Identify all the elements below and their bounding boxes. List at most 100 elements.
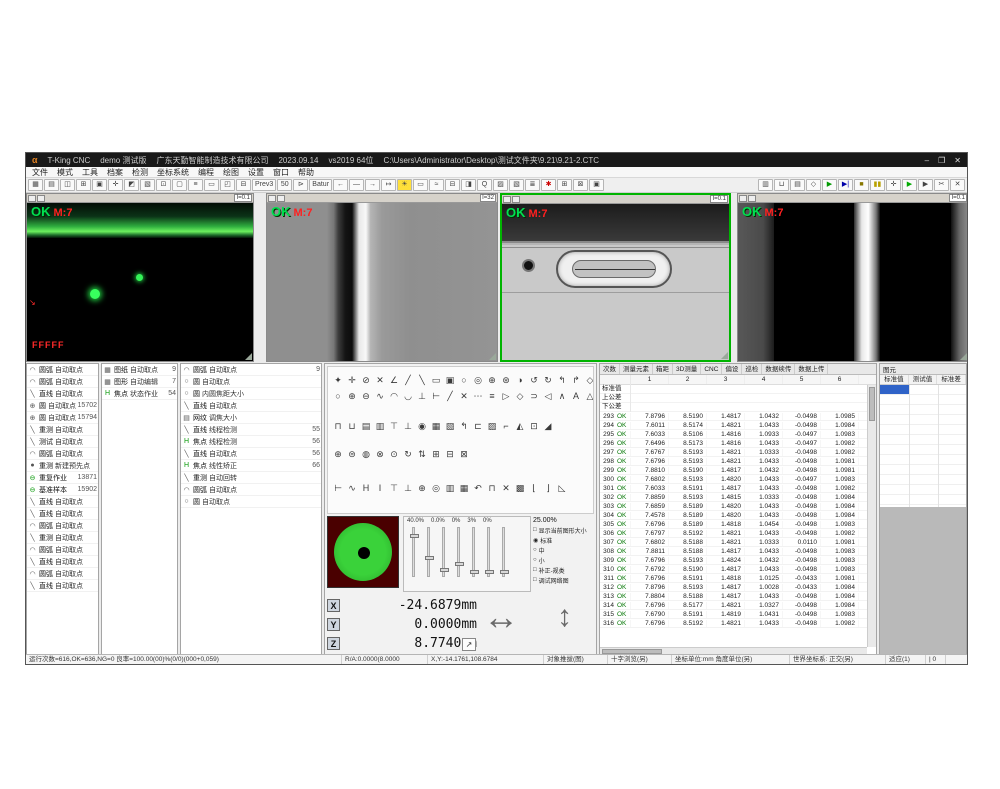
list-item[interactable]: ◠ 圆弧 自动取点 bbox=[27, 448, 98, 460]
light-slider[interactable] bbox=[487, 527, 490, 577]
checkbox-icon[interactable]: □ bbox=[533, 527, 537, 533]
menu-item[interactable]: 坐标系统 bbox=[157, 167, 189, 178]
minimize-button[interactable]: – bbox=[925, 156, 929, 165]
toolbar-button[interactable]: ✛ bbox=[108, 179, 123, 191]
toolbar-button[interactable]: ⊔ bbox=[774, 179, 789, 191]
measure-tool-icon[interactable]: ⊕ bbox=[332, 449, 344, 460]
list-item[interactable]: ╲ 直线 自动取点 bbox=[27, 580, 98, 592]
menu-item[interactable]: 设置 bbox=[248, 167, 264, 178]
list-item[interactable]: ╲ 直线 自动取点 bbox=[181, 400, 321, 412]
table-tab[interactable]: 次数 bbox=[600, 364, 620, 374]
measure-tool-icon[interactable]: ⊖ bbox=[360, 391, 372, 402]
toolbar-button[interactable]: ▶ bbox=[822, 179, 837, 191]
measure-tool-icon[interactable]: ✕ bbox=[374, 375, 386, 386]
light-slider[interactable] bbox=[472, 527, 475, 577]
toolbar-button[interactable]: ✕ bbox=[950, 179, 965, 191]
table-row[interactable]: 302 OK 7.8859 8.5193 1.4815 1.0333 -0.04… bbox=[600, 493, 876, 502]
menu-item[interactable]: 帮助 bbox=[298, 167, 314, 178]
toolbar-button[interactable]: Prev3 bbox=[252, 179, 276, 191]
measure-tool-icon[interactable]: ⊤ bbox=[388, 483, 400, 494]
measure-tool-icon[interactable]: ≡ bbox=[486, 391, 498, 402]
measure-tool-icon[interactable]: ⌐ bbox=[500, 421, 512, 432]
measure-tool-icon[interactable]: ◭ bbox=[514, 421, 526, 432]
toolbar-button[interactable]: ▭ bbox=[413, 179, 428, 191]
measure-tool-icon[interactable]: ⊥ bbox=[416, 391, 428, 402]
list-item[interactable]: ▦ 图纸 自动取点 9 bbox=[102, 364, 177, 376]
checkbox-icon[interactable]: ◉ bbox=[533, 537, 538, 544]
tolerance-row[interactable]: 上公差 bbox=[600, 394, 876, 403]
measure-tool-icon[interactable]: ⊡ bbox=[528, 421, 540, 432]
table-row[interactable]: 307 OK 7.6802 8.5188 1.4821 1.0333 0.011… bbox=[600, 538, 876, 547]
table-row[interactable]: 303 OK 7.6859 8.5189 1.4820 1.0433 -0.04… bbox=[600, 502, 876, 511]
list-item[interactable]: ╲ 重测 自动取点 bbox=[27, 532, 98, 544]
measure-tool-icon[interactable]: ⊟ bbox=[444, 449, 456, 460]
table-row[interactable]: 295 OK 7.6033 8.5106 1.4816 1.0933 -0.04… bbox=[600, 430, 876, 439]
measure-tool-icon[interactable]: ⊢ bbox=[332, 483, 344, 494]
resize-handle-icon[interactable] bbox=[960, 353, 967, 360]
scrollbar-thumb[interactable] bbox=[869, 387, 875, 421]
table-row[interactable]: 306 OK 7.6797 8.5192 1.4821 1.0433 -0.04… bbox=[600, 529, 876, 538]
table-row[interactable]: 297 OK 7.6767 8.5193 1.4821 1.0333 -0.04… bbox=[600, 448, 876, 457]
light-slider[interactable] bbox=[457, 527, 460, 577]
list-item[interactable]: ⊖ 基准样本 15902 bbox=[27, 484, 98, 496]
menu-item[interactable]: 文件 bbox=[32, 167, 48, 178]
measure-tool-icon[interactable]: ○ bbox=[458, 375, 470, 386]
toolbar-button[interactable]: ◨ bbox=[461, 179, 476, 191]
element-column-header[interactable]: 测试值 bbox=[909, 375, 938, 384]
camera-view-1[interactable]: I=0.1 OK M:7 ↘ FFFFF bbox=[26, 193, 254, 362]
tolerance-row[interactable]: 下公差 bbox=[600, 403, 876, 412]
table-tab[interactable]: 测量元素 bbox=[620, 364, 653, 374]
list-item[interactable]: ◠ 圆弧 自动取点 bbox=[27, 364, 98, 376]
toolbar-button[interactable]: ⊳ bbox=[293, 179, 308, 191]
list-item[interactable]: ╲ 直线 自动取点 bbox=[27, 496, 98, 508]
list-item[interactable]: ○ 圆 自动取点 bbox=[181, 496, 321, 508]
list-item[interactable]: ▤ 网纹 调焦大小 bbox=[181, 412, 321, 424]
toolbar-button[interactable]: ✂ bbox=[934, 179, 949, 191]
vertical-scrollbar[interactable] bbox=[867, 385, 876, 647]
measure-tool-icon[interactable]: ∠ bbox=[388, 375, 400, 386]
list-item[interactable]: ╲ 直线 自动取点 bbox=[27, 508, 98, 520]
table-tab[interactable]: 巡检 bbox=[742, 364, 762, 374]
toolbar-button[interactable]: — bbox=[349, 179, 364, 191]
measure-tool-icon[interactable]: ▥ bbox=[444, 483, 456, 494]
resize-handle-icon[interactable] bbox=[721, 352, 728, 359]
measure-tool-icon[interactable]: ▷ bbox=[500, 391, 512, 402]
toolbar-button[interactable]: ▶ bbox=[902, 179, 917, 191]
measure-tool-icon[interactable]: ⊜ bbox=[346, 449, 358, 460]
list-item[interactable]: ○ 圆 自动取点 bbox=[181, 376, 321, 388]
toolbar-button[interactable]: ≈ bbox=[429, 179, 444, 191]
toolbar-button[interactable]: ▤ bbox=[44, 179, 59, 191]
toolbar-button[interactable]: ▦ bbox=[28, 179, 43, 191]
camera-tool-icon[interactable] bbox=[277, 195, 285, 202]
measure-tool-icon[interactable]: ⊥ bbox=[402, 421, 414, 432]
table-row[interactable]: 305 OK 7.6796 8.5189 1.4818 1.0454 -0.04… bbox=[600, 520, 876, 529]
checkbox-icon[interactable]: ○ bbox=[533, 547, 537, 553]
measure-tool-icon[interactable]: ∿ bbox=[374, 391, 386, 402]
measure-tool-icon[interactable]: ↻ bbox=[542, 375, 554, 386]
list-item[interactable]: ╲ 重测 自动回转 bbox=[181, 472, 321, 484]
list-item[interactable]: ◠ 圆弧 自动取点 bbox=[27, 544, 98, 556]
table-row[interactable]: 315 OK 7.6790 8.5191 1.4819 1.0431 -0.04… bbox=[600, 610, 876, 619]
toolbar-button[interactable]: Batur bbox=[309, 179, 332, 191]
measure-tool-icon[interactable]: ◎ bbox=[472, 375, 484, 386]
toolbar-button[interactable]: ▶| bbox=[838, 179, 853, 191]
maximize-button[interactable]: ❐ bbox=[938, 156, 945, 165]
measure-tool-icon[interactable]: ▤ bbox=[360, 421, 372, 432]
measure-tool-icon[interactable]: ╲ bbox=[416, 375, 428, 386]
measure-tool-icon[interactable]: ○ bbox=[332, 391, 344, 402]
measure-tool-icon[interactable]: ▣ bbox=[444, 375, 456, 386]
table-tab[interactable]: 数据上传 bbox=[795, 364, 828, 374]
table-row[interactable]: 301 OK 7.6033 8.5191 1.4817 1.0433 -0.04… bbox=[600, 484, 876, 493]
measure-tool-icon[interactable]: ◎ bbox=[430, 483, 442, 494]
list-item[interactable]: ⊕ 圆 自动取点 15794 bbox=[27, 412, 98, 424]
measure-tool-icon[interactable]: ◺ bbox=[556, 483, 568, 494]
list-item[interactable]: ╲ 直线 自动取点 56 bbox=[181, 448, 321, 460]
camera-view-3-selected[interactable]: I=0.1 OK M:7 bbox=[500, 193, 731, 362]
measure-tool-icon[interactable]: ◁ bbox=[542, 391, 554, 402]
toolbar-button[interactable]: ◫ bbox=[60, 179, 75, 191]
toolbar-button[interactable]: ⊞ bbox=[557, 179, 572, 191]
list-item[interactable]: ◠ 圆弧 自动取点 bbox=[27, 568, 98, 580]
element-column-header[interactable]: 标准值 bbox=[880, 375, 909, 384]
toolbar-button[interactable]: → bbox=[365, 179, 380, 191]
resize-handle-icon[interactable] bbox=[245, 353, 252, 360]
